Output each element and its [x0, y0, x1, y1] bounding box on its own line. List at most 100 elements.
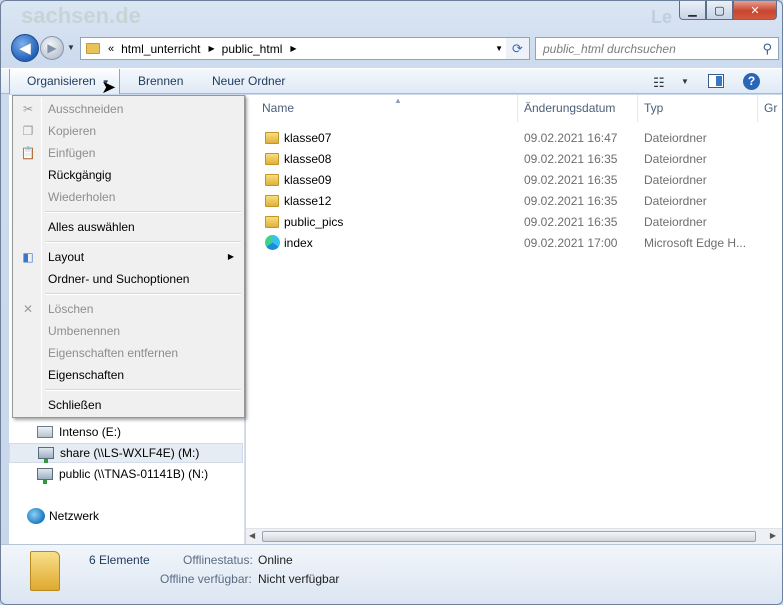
help-icon[interactable]: ? [743, 73, 760, 90]
refresh-icon[interactable]: ⟳ [506, 37, 530, 60]
menu-item-redo[interactable]: Wiederholen [15, 186, 242, 208]
menu-item-label: Einfügen [48, 146, 96, 160]
views-icon[interactable]: ☷ [653, 71, 665, 96]
command-bar: Organisieren ▼ Brennen Neuer Ordner ☷ ▼ ? [1, 68, 782, 94]
submenu-arrow-icon: ▶ [227, 252, 234, 261]
search-placeholder: public_html durchsuchen [543, 41, 676, 56]
nav-drive-label: share (\\LS-WXLF4E) (M:) [60, 446, 200, 460]
file-name: public_pics [284, 215, 344, 229]
file-type: Dateiordner [644, 152, 707, 166]
horizontal-scrollbar[interactable]: ◀ ▶ [246, 528, 782, 544]
address-dropdown-icon[interactable]: ▼ [495, 44, 503, 53]
preview-pane-icon[interactable] [708, 74, 724, 88]
new-folder-button[interactable]: Neuer Ordner [212, 69, 285, 94]
forward-arrow-icon[interactable]: ▶ [40, 36, 64, 60]
menu-separator [45, 241, 241, 243]
breadcrumb-segment[interactable]: public_html [222, 42, 283, 56]
file-list: ▲ Name Änderungsdatum Typ Gr klasse07 09… [246, 95, 782, 544]
scrollbar-thumb[interactable] [262, 531, 756, 542]
menu-item-cut[interactable]: ✂ Ausschneiden [15, 98, 242, 120]
layout-icon: ◧ [22, 250, 34, 264]
offline-status-value: Online [258, 553, 293, 567]
file-name: klasse09 [284, 173, 332, 187]
close-button[interactable]: ✕ [733, 1, 777, 20]
folder-icon [86, 43, 100, 54]
breadcrumb-separator-icon[interactable]: ▶ [290, 44, 296, 53]
item-count: 6 Elemente [89, 553, 150, 567]
burn-button[interactable]: Brennen [138, 69, 183, 94]
menu-item-label: Alles auswählen [48, 220, 135, 234]
menu-item-copy[interactable]: ❐ Kopieren [15, 120, 242, 142]
menu-separator [45, 389, 241, 391]
minimize-button[interactable]: ▁ [679, 1, 706, 20]
file-type: Dateiordner [644, 131, 707, 145]
file-date: 09.02.2021 17:00 [524, 236, 618, 250]
menu-item-label: Ausschneiden [48, 102, 124, 116]
window-controls: ▁ ▢ ✕ [679, 1, 777, 20]
organize-label: Organisieren [27, 74, 96, 88]
menu-item-delete[interactable]: ✕ Löschen [15, 298, 242, 320]
column-header-type[interactable]: Typ [638, 95, 758, 122]
column-header-date[interactable]: Änderungsdatum [518, 95, 638, 122]
breadcrumb-separator-icon[interactable]: ▶ [209, 44, 215, 53]
search-input[interactable]: public_html durchsuchen ⚲ [535, 37, 779, 60]
menu-item-properties[interactable]: Eigenschaften [15, 364, 242, 386]
nav-network[interactable]: Netzwerk [9, 506, 229, 526]
file-name: klasse08 [284, 152, 332, 166]
views-dropdown-icon[interactable]: ▼ [681, 70, 689, 95]
nav-drive-public[interactable]: public (\\TNAS-01141B) (N:) [9, 464, 229, 484]
file-date: 09.02.2021 16:35 [524, 173, 618, 187]
column-header-name[interactable]: ▲ Name [256, 95, 518, 122]
history-dropdown-icon[interactable]: ▼ [67, 43, 75, 52]
column-header-size[interactable]: Gr [758, 95, 782, 122]
file-row[interactable]: klasse07 09.02.2021 16:47 Dateiordner [254, 128, 782, 149]
scroll-right-icon[interactable]: ▶ [770, 531, 776, 540]
scroll-left-icon[interactable]: ◀ [249, 531, 255, 540]
menu-item-label: Umbenennen [48, 324, 121, 338]
edge-icon [265, 235, 280, 250]
offline-available-label: Offline verfügbar: [160, 572, 252, 586]
address-overflow-chevron[interactable]: « [108, 43, 114, 55]
title-bar[interactable]: sachsen.de Le ▁ ▢ ✕ [1, 1, 782, 31]
file-row[interactable]: klasse12 09.02.2021 16:35 Dateiordner [254, 191, 782, 212]
menu-item-label: Wiederholen [48, 190, 116, 204]
breadcrumb-segment[interactable]: html_unterricht [121, 42, 200, 56]
menu-item-undo[interactable]: Rückgängig [15, 164, 242, 186]
network-drive-icon [38, 447, 54, 463]
folder-icon [265, 153, 279, 165]
menu-item-close[interactable]: Schließen [15, 394, 242, 416]
nav-drive-share[interactable]: share (\\LS-WXLF4E) (M:) [9, 443, 243, 463]
nav-drive-intenso[interactable]: Intenso (E:) [9, 422, 229, 442]
search-icon[interactable]: ⚲ [762, 41, 772, 57]
folder-icon [265, 216, 279, 228]
back-arrow-icon[interactable]: ◀ [11, 34, 39, 62]
menu-item-label: Eigenschaften [48, 368, 125, 382]
file-date: 09.02.2021 16:47 [524, 131, 618, 145]
sort-ascending-icon: ▲ [394, 96, 402, 105]
menu-item-paste[interactable]: 📋 Einfügen [15, 142, 242, 164]
file-type: Dateiordner [644, 194, 707, 208]
file-row[interactable]: klasse08 09.02.2021 16:35 Dateiordner [254, 149, 782, 170]
file-row[interactable]: public_pics 09.02.2021 16:35 Dateiordner [254, 212, 782, 233]
nav-drive-label: public (\\TNAS-01141B) (N:) [59, 467, 209, 481]
menu-item-label: Schließen [48, 398, 102, 412]
file-date: 09.02.2021 16:35 [524, 215, 618, 229]
folder-icon [265, 195, 279, 207]
menu-item-select-all[interactable]: Alles auswählen [15, 216, 242, 238]
organize-menu: ✂ Ausschneiden ❐ Kopieren 📋 Einfügen Rüc… [12, 95, 245, 418]
folder-icon [265, 132, 279, 144]
drive-icon [37, 426, 53, 438]
file-row[interactable]: klasse09 09.02.2021 16:35 Dateiordner [254, 170, 782, 191]
maximize-button[interactable]: ▢ [706, 1, 733, 20]
address-bar[interactable]: « html_unterricht ▶ public_html ▶ ▼ [80, 37, 510, 60]
folder-icon [30, 551, 60, 591]
file-row[interactable]: index 09.02.2021 17:00 Microsoft Edge H.… [254, 233, 782, 254]
menu-item-label: Ordner- und Suchoptionen [48, 272, 190, 286]
menu-item-remove-properties[interactable]: Eigenschaften entfernen [15, 342, 242, 364]
file-name: klasse07 [284, 131, 332, 145]
menu-item-folder-options[interactable]: Ordner- und Suchoptionen [15, 268, 242, 290]
menu-item-layout[interactable]: ◧ Layout ▶ [15, 246, 242, 268]
file-type: Dateiordner [644, 215, 707, 229]
menu-item-rename[interactable]: Umbenennen [15, 320, 242, 342]
menu-separator [45, 293, 241, 295]
